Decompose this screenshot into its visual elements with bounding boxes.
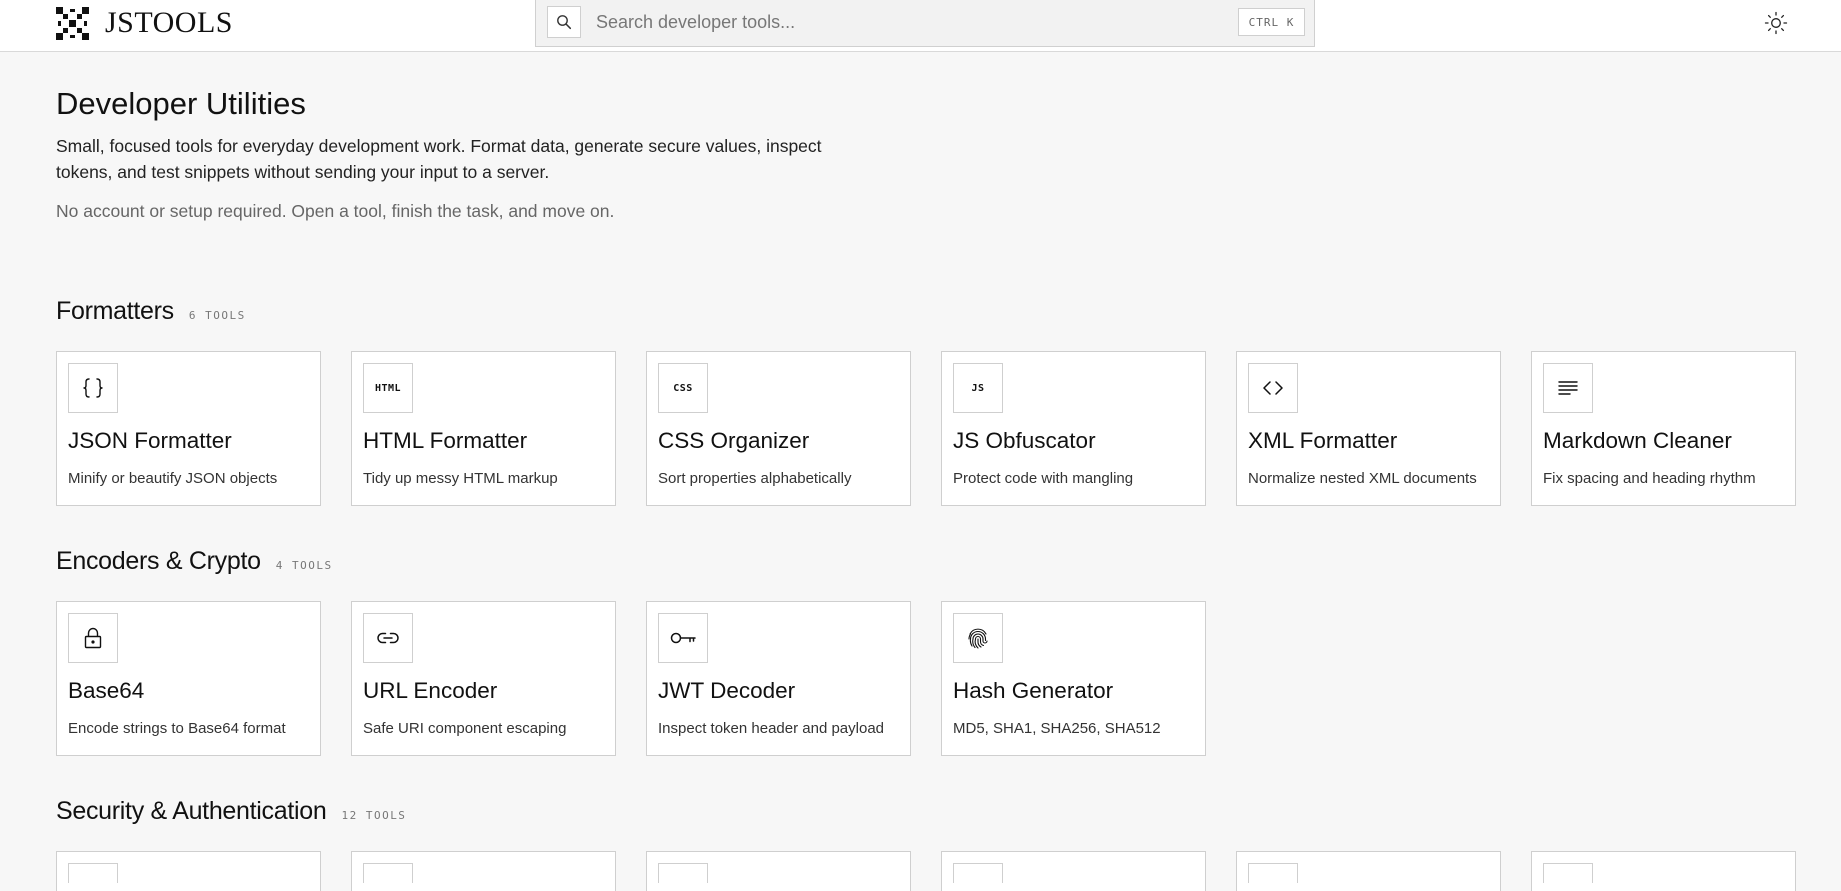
code-brackets-icon <box>1248 363 1298 413</box>
tool-card[interactable] <box>351 851 616 891</box>
tool-icon <box>953 863 1003 883</box>
tool-icon <box>68 863 118 883</box>
section-security-authentication: Security & Authentication 12 TOOLS <box>56 797 1796 891</box>
search-bar: CTRL K <box>535 0 1315 47</box>
top-bar: JSTOOLS CTRL K <box>0 0 1841 52</box>
tool-name: URL Encoder <box>363 678 498 703</box>
tool-name: Hash Generator <box>953 678 1114 703</box>
tool-description: Encode strings to Base64 format <box>68 720 286 737</box>
lock-icon <box>68 613 118 663</box>
link-icon <box>363 613 413 663</box>
tool-description: Sort properties alphabetically <box>658 470 852 487</box>
tool-card[interactable] <box>941 851 1206 891</box>
theme-toggle-button[interactable] <box>1763 10 1789 36</box>
js-icon: JS <box>953 363 1003 413</box>
tool-card[interactable] <box>646 851 911 891</box>
tool-name: JSON Formatter <box>68 428 232 453</box>
css-icon: CSS <box>658 363 708 413</box>
tool-card-url-encoder[interactable]: URL Encoder Safe URI component escaping <box>351 601 616 756</box>
tool-card-hash-generator[interactable]: Hash Generator MD5, SHA1, SHA256, SHA512 <box>941 601 1206 756</box>
fingerprint-icon <box>953 613 1003 663</box>
tool-name: HTML Formatter <box>363 428 528 453</box>
tool-icon <box>1248 863 1298 883</box>
section-title: Encoders & Crypto <box>56 547 261 575</box>
tool-card-xml-formatter[interactable]: XML Formatter Normalize nested XML docum… <box>1236 351 1501 506</box>
search-button[interactable] <box>547 6 581 38</box>
section-encoders-crypto: Encoders & Crypto 4 TOOLS Base64 Encode … <box>56 547 1796 756</box>
tool-name: XML Formatter <box>1248 428 1398 453</box>
section-count: 4 TOOLS <box>275 559 333 572</box>
shortcut-hint: CTRL K <box>1238 8 1305 36</box>
app-name: JSTOOLS <box>105 6 233 39</box>
text-lines-icon <box>1543 363 1593 413</box>
page-title: Developer Utilities <box>56 86 306 121</box>
tool-card[interactable] <box>56 851 321 891</box>
html-icon: HTML <box>363 363 413 413</box>
page-note: No account or setup required. Open a too… <box>56 201 615 221</box>
section-formatters: Formatters 6 TOOLS JSON Formatter Minify… <box>56 297 1796 506</box>
tool-description: Tidy up messy HTML markup <box>363 470 558 487</box>
tool-card-html-formatter[interactable]: HTML HTML Formatter Tidy up messy HTML m… <box>351 351 616 506</box>
logo-mark-icon <box>56 6 89 40</box>
sun-icon <box>1764 11 1788 35</box>
key-icon <box>658 613 708 663</box>
tool-name: Base64 <box>68 678 145 703</box>
logo[interactable]: JSTOOLS <box>56 6 233 40</box>
search-input[interactable] <box>596 8 1196 36</box>
tool-icon <box>1543 863 1593 883</box>
braces-icon <box>68 363 118 413</box>
tool-description: Fix spacing and heading rhythm <box>1543 470 1756 487</box>
tool-name: CSS Organizer <box>658 428 810 453</box>
tool-card-css-organizer[interactable]: CSS CSS Organizer Sort properties alphab… <box>646 351 911 506</box>
section-count: 12 TOOLS <box>341 809 407 822</box>
tool-card-jwt-decoder[interactable]: JWT Decoder Inspect token header and pay… <box>646 601 911 756</box>
tool-description: MD5, SHA1, SHA256, SHA512 <box>953 720 1161 737</box>
tool-name: Markdown Cleaner <box>1543 428 1732 453</box>
tool-card-js-obfuscator[interactable]: JS JS Obfuscator Protect code with mangl… <box>941 351 1206 506</box>
section-count: 6 TOOLS <box>188 309 246 322</box>
tool-description: Safe URI component escaping <box>363 720 567 737</box>
tool-card-markdown-cleaner[interactable]: Markdown Cleaner Fix spacing and heading… <box>1531 351 1796 506</box>
tool-icon <box>363 863 413 883</box>
tool-description: Minify or beautify JSON objects <box>68 470 278 487</box>
tool-card-json-formatter[interactable]: JSON Formatter Minify or beautify JSON o… <box>56 351 321 506</box>
section-title: Formatters <box>56 297 174 325</box>
section-title: Security & Authentication <box>56 797 327 825</box>
page-description: Small, focused tools for everyday develo… <box>56 136 822 182</box>
tool-card-base64[interactable]: Base64 Encode strings to Base64 format <box>56 601 321 756</box>
tool-description: Normalize nested XML documents <box>1248 470 1477 487</box>
tool-description: Protect code with mangling <box>953 470 1134 487</box>
search-icon <box>557 15 572 30</box>
tool-card[interactable] <box>1236 851 1501 891</box>
tool-icon <box>658 863 708 883</box>
tool-card[interactable] <box>1531 851 1796 891</box>
tool-description: Inspect token header and payload <box>658 720 885 737</box>
tool-name: JWT Decoder <box>658 678 796 703</box>
tool-name: JS Obfuscator <box>953 428 1096 453</box>
